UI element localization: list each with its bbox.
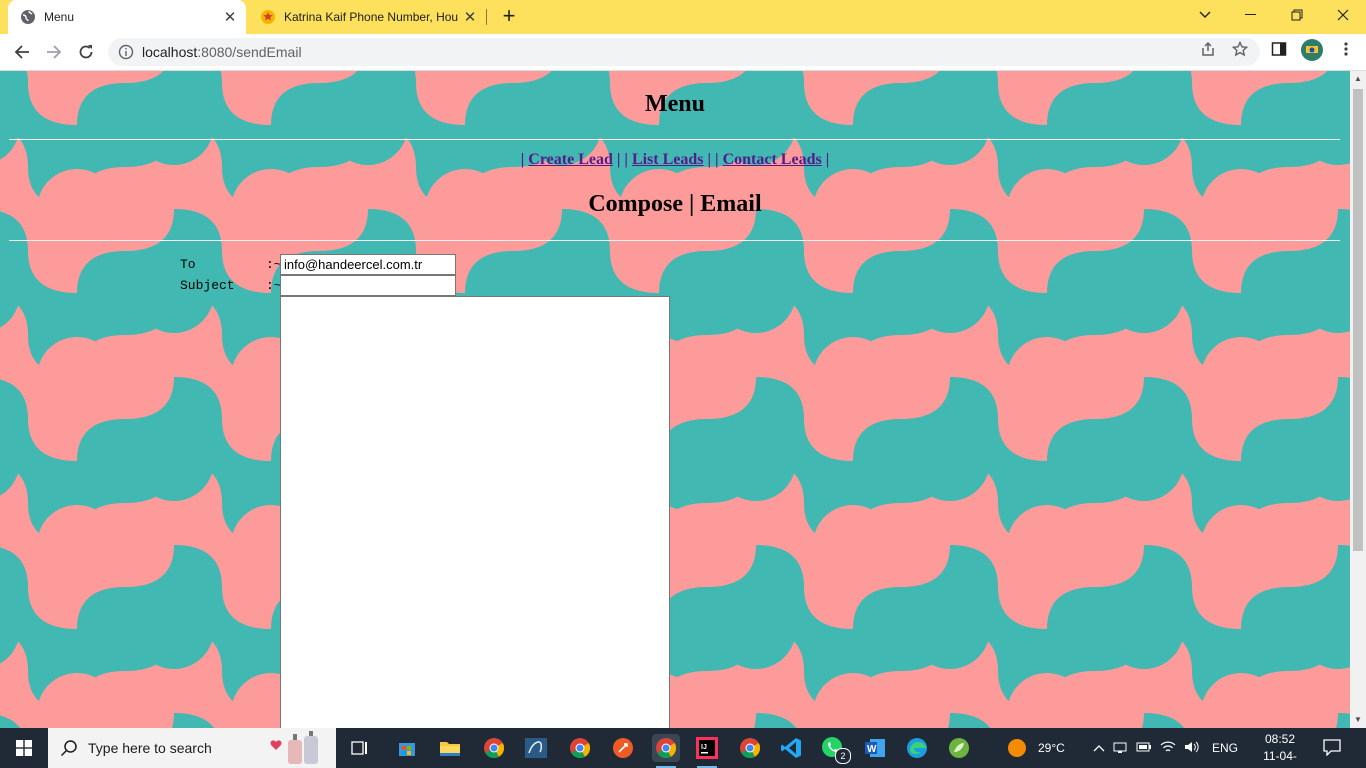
- nav-separator: |: [520, 151, 525, 168]
- meet-now-icon[interactable]: [1108, 740, 1132, 757]
- search-icon: [60, 740, 77, 757]
- system-tray: 29°C: [1006, 728, 1065, 768]
- new-tab-button[interactable]: +: [498, 4, 520, 30]
- scroll-down-icon[interactable]: ▼: [1350, 712, 1366, 728]
- intellij-icon[interactable]: IJ: [693, 734, 721, 768]
- url-text: localhost:8080/sendEmail: [142, 44, 302, 60]
- nav-separator: |: [715, 151, 719, 168]
- scroll-up-icon[interactable]: ▲: [1350, 71, 1366, 87]
- create-lead-link[interactable]: Create Lead: [528, 151, 613, 168]
- page-title: Menu: [645, 91, 705, 117]
- clock-time: 08:52: [1264, 732, 1296, 746]
- tab-strip: Menu ✕ Katrina Kaif Phone Number, Hou ✕ …: [0, 0, 1366, 34]
- luggage-decoration-icon: [270, 731, 318, 764]
- list-leads-link[interactable]: List Leads: [632, 151, 704, 168]
- bookmark-star-icon[interactable]: [1231, 40, 1249, 58]
- globe-icon: [20, 9, 36, 25]
- nav-separator: |: [616, 151, 621, 168]
- message-body-textarea[interactable]: [280, 296, 670, 728]
- chrome-profile-icon[interactable]: [480, 734, 508, 762]
- side-panel-icon[interactable]: [1270, 40, 1288, 58]
- vscode-icon[interactable]: [777, 734, 805, 762]
- postman-icon[interactable]: [609, 734, 637, 762]
- whatsapp-badge: 2: [835, 748, 851, 764]
- nav-separator: |: [825, 151, 830, 168]
- subject-label: Subject: [180, 278, 235, 293]
- tab-katrina[interactable]: Katrina Kaif Phone Number, Hou ✕: [248, 0, 486, 34]
- wifi-icon[interactable]: [1156, 740, 1180, 757]
- language-indicator[interactable]: ENG: [1212, 741, 1238, 755]
- divider-top: [9, 139, 1340, 140]
- tab-title: Katrina Kaif Phone Number, Hou: [284, 10, 459, 24]
- scrollbar-thumb[interactable]: [1353, 89, 1363, 551]
- chrome-icon[interactable]: [566, 734, 594, 762]
- browser-toolbar: localhost:8080/sendEmail: [0, 34, 1366, 71]
- weather-sun-icon[interactable]: [1006, 737, 1028, 759]
- nav-separator: |: [624, 151, 628, 168]
- edge-icon[interactable]: [903, 734, 931, 762]
- nav-links: | Create Lead | | List Leads | | Contact…: [0, 151, 1350, 169]
- more-menu-icon[interactable]: [1337, 40, 1355, 58]
- site-info-icon[interactable]: [118, 44, 134, 60]
- contact-leads-link[interactable]: Contact Leads: [723, 151, 822, 168]
- nav-separator: |: [707, 151, 712, 168]
- compose-heading: Compose | Email: [588, 191, 762, 217]
- divider-bottom: [9, 240, 1340, 241]
- spring-tools-icon[interactable]: [945, 734, 973, 762]
- subject-field[interactable]: [280, 275, 456, 296]
- forward-icon[interactable]: [40, 38, 68, 66]
- svg-text:IJ: IJ: [701, 744, 707, 751]
- close-window-icon[interactable]: [1320, 0, 1366, 30]
- weather-temp[interactable]: 29°C: [1038, 741, 1065, 755]
- notifications-icon[interactable]: [1322, 738, 1344, 758]
- search-placeholder: Type here to search: [88, 740, 212, 756]
- url-path: :8080/sendEmail: [197, 44, 302, 60]
- star-favicon-icon: [260, 9, 276, 25]
- page-viewport: Menu | Create Lead | | List Leads | | Co…: [0, 71, 1350, 728]
- chrome-secondary-icon[interactable]: [736, 734, 764, 762]
- to-field[interactable]: [280, 254, 456, 275]
- mysql-workbench-icon[interactable]: [522, 734, 550, 762]
- windows-start-icon[interactable]: [0, 728, 48, 768]
- tab-title: Menu: [44, 10, 75, 24]
- microsoft-store-icon[interactable]: [393, 734, 421, 762]
- close-tab-icon[interactable]: ✕: [220, 8, 240, 26]
- share-icon[interactable]: [1199, 40, 1217, 58]
- battery-icon[interactable]: [1132, 741, 1156, 756]
- address-bar[interactable]: localhost:8080/sendEmail: [108, 38, 1260, 66]
- volume-icon[interactable]: [1180, 740, 1204, 757]
- whatsapp-icon[interactable]: 2: [819, 734, 851, 764]
- page-scrollbar[interactable]: ▲ ▼: [1350, 71, 1366, 728]
- reload-icon[interactable]: [72, 38, 100, 66]
- to-label: To: [180, 257, 196, 272]
- svg-text:W: W: [867, 744, 877, 755]
- word-icon[interactable]: W: [861, 734, 889, 762]
- tray-icons: ENG: [1090, 728, 1238, 768]
- url-host: localhost: [142, 44, 198, 60]
- clock[interactable]: 08:52 11-04-2023: [1252, 731, 1308, 768]
- task-view-icon[interactable]: [346, 734, 374, 762]
- restore-icon[interactable]: [1274, 0, 1320, 30]
- minimize-icon[interactable]: [1228, 0, 1274, 30]
- chrome-active-icon[interactable]: [652, 734, 680, 768]
- page-content: Menu | Create Lead | | List Leads | | Co…: [0, 71, 1350, 728]
- taskbar-search-box[interactable]: Type here to search: [48, 728, 336, 768]
- profile-avatar[interactable]: [1300, 38, 1324, 62]
- back-icon[interactable]: [8, 38, 36, 66]
- tab-menu[interactable]: Menu ✕: [8, 0, 246, 34]
- tab-search-icon[interactable]: [1182, 0, 1228, 30]
- clock-date: 11-04-2023: [1263, 749, 1297, 768]
- close-tab-icon[interactable]: ✕: [460, 8, 480, 26]
- taskbar: Type here to search IJ 2 W 29°C ENG 08:5…: [0, 728, 1366, 768]
- file-explorer-icon[interactable]: [436, 734, 464, 762]
- chevron-up-icon[interactable]: [1090, 741, 1108, 755]
- tab-divider: [486, 9, 487, 25]
